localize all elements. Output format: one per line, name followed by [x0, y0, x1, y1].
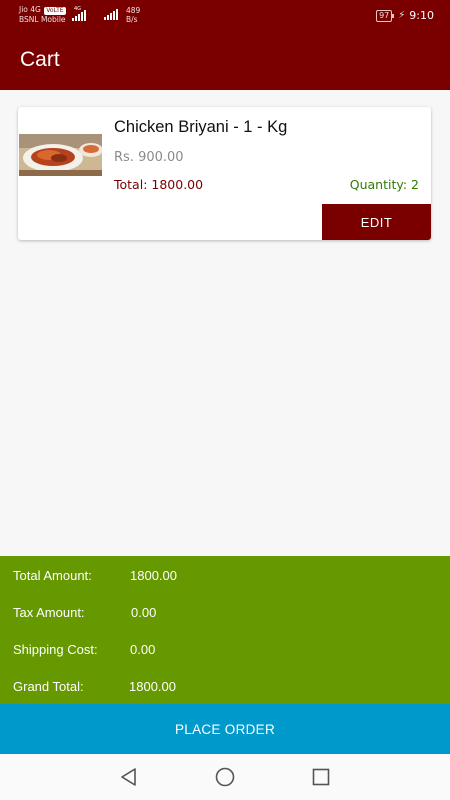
status-bar: Jio 4G VoLTE BSNL Mobile 4G 489 B/s 97 ⚡… — [0, 0, 450, 32]
home-circle-icon[interactable] — [214, 766, 236, 788]
item-total: Total: 1800.00 — [114, 177, 204, 192]
back-triangle-icon[interactable] — [118, 766, 140, 788]
carrier-1: Jio 4G — [19, 5, 41, 14]
volte-badge: VoLTE — [44, 7, 66, 15]
tax-amount-value: 0.00 — [131, 605, 157, 620]
network-speed: 489 B/s — [126, 6, 141, 24]
total-amount-label: Total Amount: — [13, 568, 92, 583]
tax-amount-label: Tax Amount: — [13, 605, 85, 620]
status-right: 97 ⚡ 9:10 — [376, 9, 434, 22]
carrier-info: Jio 4G VoLTE BSNL Mobile — [19, 5, 66, 25]
clock: 9:10 — [409, 9, 434, 22]
cart-item-card: Chicken Briyani - 1 - Kg Rs. 900.00 Tota… — [18, 107, 431, 240]
charging-icon: ⚡ — [398, 10, 406, 21]
shipping-cost-label: Shipping Cost: — [13, 642, 98, 657]
edit-button[interactable]: EDIT — [322, 204, 431, 240]
item-price: Rs. 900.00 — [114, 150, 184, 165]
shipping-cost-value: 0.00 — [130, 642, 156, 657]
item-quantity: Quantity: 2 — [349, 177, 419, 192]
item-name: Chicken Briyani - 1 - Kg — [114, 118, 288, 136]
page-title: Cart — [20, 48, 60, 71]
biryani-dish-photo — [19, 134, 102, 176]
system-nav-bar — [0, 754, 450, 800]
order-summary: Total Amount: 1800.00 Tax Amount: 0.00 S… — [0, 556, 450, 704]
app-bar: Cart — [0, 32, 450, 90]
battery-icon: 97 — [376, 9, 395, 22]
place-order-button[interactable]: PLACE ORDER — [0, 704, 450, 754]
grand-total-label: Grand Total: — [13, 679, 84, 694]
signal-icon — [72, 10, 86, 21]
recents-square-icon[interactable] — [310, 766, 332, 788]
total-amount-value: 1800.00 — [130, 568, 177, 583]
carrier-2: BSNL Mobile — [19, 15, 66, 24]
grand-total-value: 1800.00 — [129, 679, 176, 694]
signal-2-icon — [104, 9, 118, 20]
